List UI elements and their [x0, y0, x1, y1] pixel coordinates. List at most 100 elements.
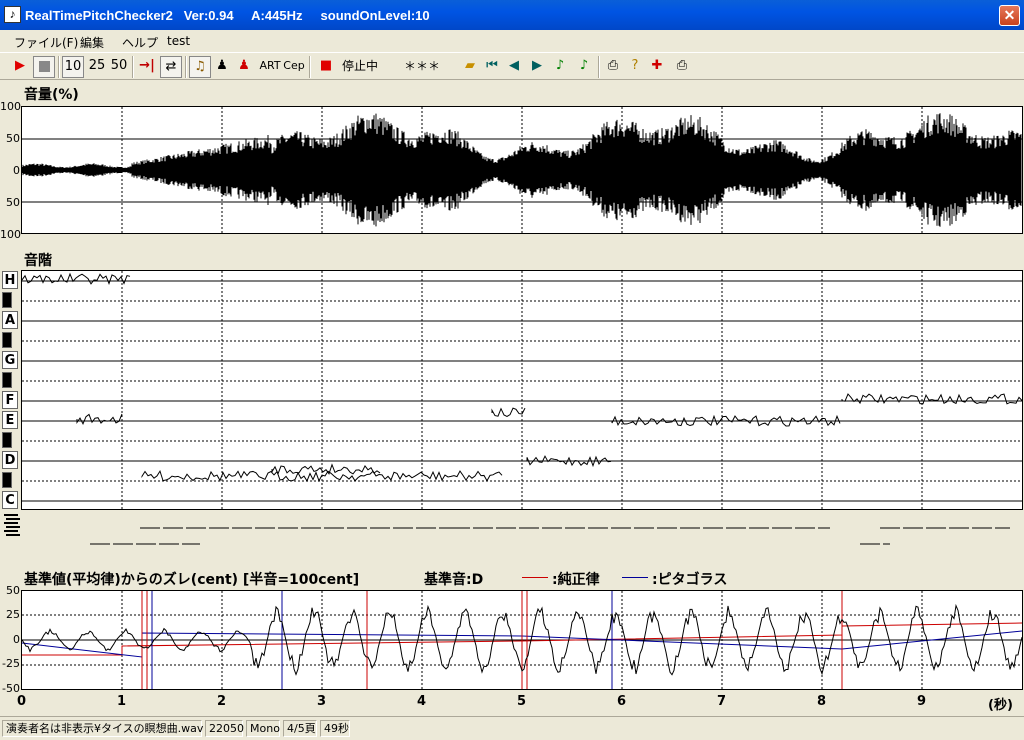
- strip-marker: [6, 518, 20, 520]
- player-red-button[interactable]: ♟: [236, 56, 252, 78]
- volume-tick: 100: [0, 228, 21, 241]
- print-preview-button[interactable]: ⎙: [673, 56, 691, 78]
- time-tick: 5: [517, 694, 527, 709]
- deviation-tick: 25: [6, 608, 20, 621]
- prev-page-button[interactable]: ◀: [506, 56, 522, 78]
- next-page-button[interactable]: ▶: [529, 56, 545, 78]
- crosshair-icon: ✚: [651, 58, 663, 73]
- menu-file[interactable]: ファイル(F): [14, 34, 78, 51]
- strip-marker: [4, 530, 18, 532]
- stop-icon: [38, 61, 50, 72]
- folder-icon: ▰: [465, 58, 475, 73]
- time-tick: 1: [117, 694, 127, 709]
- app-icon: ♪: [4, 6, 21, 23]
- scale-title: 音階: [24, 253, 52, 269]
- pitch-trace: [76, 413, 123, 426]
- window-title: RealTimePitchChecker2 Ver:0.94 A:445Hz s…: [25, 8, 430, 23]
- prev-page-icon: ◀: [509, 58, 519, 73]
- note-strip: [4, 514, 1010, 545]
- strip-marker: [6, 534, 20, 536]
- toolbar: ▶ 10 25 50 →| ⇄ ♫ ♟ ♟ ART Cep ■ 停止中 ＊＊＊ …: [0, 52, 1024, 80]
- time-tick: 7: [717, 694, 727, 709]
- legend-pythagorean: :ピタゴラス: [652, 572, 728, 588]
- record-stop-button[interactable]: ■: [318, 56, 334, 78]
- violin-icon: ♫: [194, 59, 206, 74]
- pitch-trace: [22, 272, 131, 285]
- loop-button[interactable]: ⇄: [160, 56, 182, 78]
- black-key: [2, 472, 12, 488]
- speed-10-button[interactable]: 10: [62, 56, 84, 78]
- pitch-trace: [841, 393, 1022, 405]
- status-bar: 演奏者名は非表示¥タイスの瞑想曲.wav 22050 Mono 4/5頁 49秒: [0, 716, 1024, 740]
- deviation-plot: [21, 590, 1023, 690]
- next-page-icon: ▶: [532, 58, 542, 73]
- stop-button[interactable]: [33, 56, 55, 78]
- play-button[interactable]: ▶: [10, 56, 30, 78]
- volume-plot: [21, 106, 1023, 234]
- status-page: 4/5頁: [283, 720, 317, 737]
- deviation-tick: 0: [13, 633, 20, 646]
- player-button[interactable]: ♟: [214, 56, 230, 78]
- strip-marker: [4, 514, 18, 516]
- status-channels: Mono: [246, 720, 280, 737]
- record-icon: ■: [319, 58, 333, 73]
- crosshair-button[interactable]: ✚: [648, 56, 666, 78]
- first-page-icon: ⏮: [486, 58, 498, 73]
- legend-pythagorean-swatch: [622, 577, 648, 578]
- legend-pure: :純正律: [552, 572, 600, 588]
- menu-test[interactable]: test: [167, 34, 190, 48]
- legend-pure-swatch: [522, 577, 548, 578]
- speed-25-button[interactable]: 25: [86, 56, 108, 78]
- time-tick: 6: [617, 694, 627, 709]
- note-button[interactable]: ♪: [552, 56, 568, 78]
- note-label-d: D: [2, 451, 18, 469]
- time-unit: (秒): [988, 698, 1013, 713]
- scale-plot: [21, 270, 1023, 510]
- violin-button[interactable]: ♫: [189, 56, 211, 78]
- note-label-c: C: [2, 491, 18, 509]
- printer-alt-icon: ⎙: [676, 58, 688, 73]
- note-alt-button[interactable]: ♪: [576, 56, 592, 78]
- note-icon: ♪: [555, 58, 565, 73]
- black-key: [2, 332, 12, 348]
- title-bar: ♪ RealTimePitchChecker2 Ver:0.94 A:445Hz…: [0, 0, 1024, 30]
- time-tick: 3: [317, 694, 327, 709]
- pitch-trace: [491, 407, 526, 417]
- open-file-button[interactable]: ▰: [460, 56, 480, 78]
- note-alt-icon: ♪: [579, 58, 589, 73]
- cep-button[interactable]: Cep: [283, 56, 305, 78]
- art-button[interactable]: ART: [259, 56, 281, 78]
- deviation-title: 基準値(平均律)からのズレ(cent) [半音=100cent]: [24, 572, 360, 588]
- speed-50-button[interactable]: 50: [108, 56, 130, 78]
- help-icon: ?: [631, 58, 639, 73]
- first-page-button[interactable]: ⏮: [484, 56, 500, 78]
- volume-tick: 0: [13, 164, 20, 177]
- time-tick: 8: [817, 694, 827, 709]
- jump-end-button[interactable]: →|: [137, 56, 157, 78]
- time-tick: 2: [217, 694, 227, 709]
- note-display: ＊＊＊: [390, 56, 454, 78]
- volume-waveform: [22, 113, 1022, 227]
- note-label-e: E: [2, 411, 18, 429]
- status-stopped: 停止中: [341, 59, 378, 73]
- volume-tick: 100: [0, 100, 21, 113]
- deviation-tick: 50: [6, 584, 20, 597]
- print-button[interactable]: ⎙: [604, 56, 622, 78]
- note-label-g: G: [2, 351, 18, 369]
- help-button[interactable]: ?: [627, 56, 643, 78]
- menu-edit[interactable]: 編集: [80, 34, 104, 51]
- black-key: [2, 372, 12, 388]
- jump-end-icon: →|: [139, 58, 155, 73]
- base-note-label: 基準音:D: [424, 572, 484, 588]
- person-icon: ♟: [216, 58, 228, 73]
- pitch-trace: [271, 463, 381, 476]
- time-tick: 9: [917, 694, 927, 709]
- note-label-a: A: [2, 311, 18, 329]
- deviation-tick: -25: [2, 657, 20, 670]
- menu-help[interactable]: ヘルプ: [122, 34, 158, 51]
- status-file: 演奏者名は非表示¥タイスの瞑想曲.wav: [2, 720, 203, 737]
- close-button[interactable]: ✕: [999, 5, 1020, 26]
- menu-bar: ファイル(F) 編集 ヘルプ test: [0, 30, 1024, 52]
- note-label-f: F: [2, 391, 18, 409]
- loop-icon: ⇄: [165, 59, 177, 74]
